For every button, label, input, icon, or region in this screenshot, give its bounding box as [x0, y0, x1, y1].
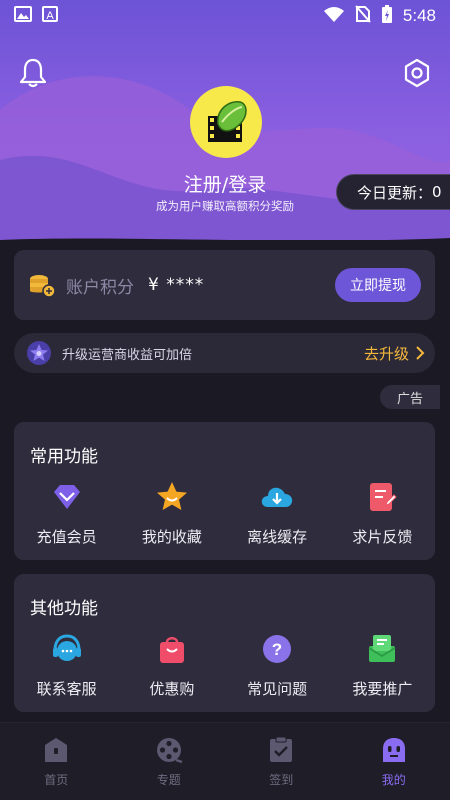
text-a-icon: A	[42, 6, 58, 26]
tab-home-label: 首页	[44, 773, 69, 787]
svg-text:A: A	[46, 10, 54, 22]
tab-home[interactable]: 首页	[0, 723, 113, 800]
upgrade-banner[interactable]: 升级运营商收益可加倍 去升级	[14, 333, 435, 373]
discount-shop-button[interactable]: 优惠购	[119, 632, 224, 699]
faq-label: 常见问题	[247, 680, 308, 698]
feedback-edit-icon	[370, 483, 398, 511]
withdraw-button[interactable]: 立即提现	[335, 268, 421, 302]
common-functions-card: 常用功能 充值会员 我的收藏 离线缓存 求片反馈	[14, 422, 435, 560]
points-label: 账户积分	[66, 277, 134, 298]
ad-label[interactable]: 广告	[380, 385, 440, 409]
offline-cache-label: 离线缓存	[247, 528, 308, 546]
offline-cache-button[interactable]: 离线缓存	[225, 480, 330, 547]
my-favorites-label: 我的收藏	[141, 528, 202, 546]
today-update-label: 今日更新：	[357, 183, 433, 202]
points-amount: ¥ ****	[148, 275, 205, 295]
bottom-tab-bar: 首页 专题 签到 我的	[0, 722, 450, 800]
go-upgrade-label: 去升级	[363, 344, 409, 363]
shopping-bag-icon	[159, 637, 184, 663]
coins-icon	[28, 271, 56, 299]
tab-checkin[interactable]: 签到	[225, 723, 338, 800]
account-points-card: 账户积分 ¥ **** 立即提现	[14, 250, 435, 320]
tab-topics-label: 专题	[156, 773, 181, 787]
home-icon	[45, 738, 68, 762]
common-functions-title: 常用功能	[30, 447, 98, 467]
tab-mine[interactable]: 我的	[338, 723, 450, 800]
contact-support-button[interactable]: 联系客服	[14, 632, 119, 699]
avatar-logo[interactable]	[190, 86, 262, 158]
today-update-badge[interactable]: 今日更新： 0	[336, 174, 450, 210]
go-upgrade-link[interactable]: 去升级	[364, 343, 425, 364]
svg-text:?: ?	[272, 640, 282, 659]
other-functions-card: 其他功能 联系客服 优惠购 ? 常见问题 我要推广	[14, 574, 435, 712]
request-feedback-label: 求片反馈	[352, 528, 413, 546]
wifi-icon	[323, 6, 345, 26]
question-icon: ?	[263, 635, 292, 663]
settings-icon[interactable]	[400, 56, 434, 90]
upgrade-star-icon	[26, 340, 52, 366]
tab-topics[interactable]: 专题	[113, 723, 226, 800]
headset-icon	[52, 634, 81, 661]
chevron-right-icon	[416, 346, 425, 360]
star-icon	[156, 482, 187, 510]
my-favorites-button[interactable]: 我的收藏	[119, 480, 224, 547]
checkin-icon	[270, 736, 293, 762]
vip-diamond-icon	[53, 485, 80, 509]
request-feedback-button[interactable]: 求片反馈	[330, 480, 435, 547]
promote-icon	[368, 635, 396, 662]
status-bar: A 5:48	[0, 0, 450, 32]
promote-button[interactable]: 我要推广	[330, 632, 435, 699]
discount-shop-label: 优惠购	[149, 680, 195, 698]
other-functions-title: 其他功能	[30, 599, 98, 619]
film-reel-icon	[156, 738, 183, 764]
promote-label: 我要推广	[352, 680, 413, 698]
clock: 5:48	[402, 6, 436, 25]
cloud-download-icon	[261, 487, 293, 507]
profile-icon	[382, 738, 405, 762]
image-icon	[14, 6, 32, 26]
recharge-vip-label: 充值会员	[36, 528, 97, 546]
today-update-count: 0	[432, 183, 442, 201]
bell-icon[interactable]	[16, 56, 50, 90]
upgrade-text: 升级运营商收益可加倍	[62, 347, 193, 363]
no-sim-icon	[355, 5, 371, 27]
faq-button[interactable]: ? 常见问题	[225, 632, 330, 699]
tab-mine-label: 我的	[381, 773, 406, 787]
contact-support-label: 联系客服	[36, 680, 97, 698]
battery-charging-icon	[381, 4, 393, 28]
tab-checkin-label: 签到	[269, 773, 294, 787]
recharge-vip-button[interactable]: 充值会员	[14, 480, 119, 547]
